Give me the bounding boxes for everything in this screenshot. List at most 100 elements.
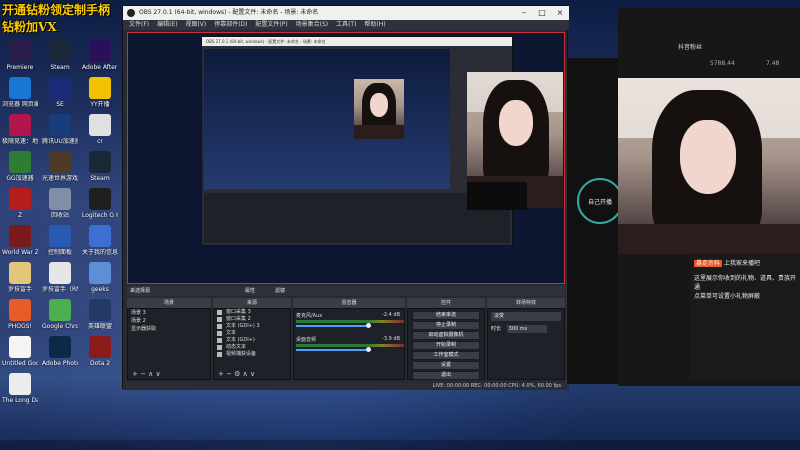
studio-mode-button[interactable]: 工作室模式 (412, 351, 480, 360)
scene-item[interactable]: 场景 3 (128, 309, 210, 317)
stop-streaming-button[interactable]: 结束串流 (412, 311, 480, 320)
desktop-icon[interactable]: 控制面板 (42, 225, 78, 256)
volume-slider-knob[interactable] (366, 347, 371, 352)
desktop-icon[interactable]: Premiere (2, 40, 38, 71)
menu-profile[interactable]: 配置文件(P) (255, 21, 287, 28)
properties-button[interactable]: 属性 (245, 286, 255, 296)
desktop-icon[interactable]: Google Chrome (42, 299, 78, 330)
desktop-icon[interactable]: Dota 2 (82, 336, 118, 367)
desktop-icon[interactable]: World War Z Aftermath (2, 225, 38, 256)
app-icon (89, 151, 111, 173)
maximize-button[interactable]: □ (533, 6, 551, 20)
sources-dock-title: 来源 (213, 298, 291, 308)
source-item[interactable]: 窗口采集 3 (214, 309, 290, 316)
scene-item[interactable]: 场景 2 (128, 317, 210, 325)
chat-line: 这里展示你收到的礼物、道具、贵族开通 (694, 275, 797, 291)
source-item[interactable]: 文本 (214, 330, 290, 337)
desktop-icon-label: Adobe After Effects 2020 (82, 64, 118, 71)
obs-preview-canvas[interactable]: OBS 27.0.1 (64-bit, windows) - 配置文件: 未命名… (127, 32, 565, 284)
obs-titlebar[interactable]: OBS 27.0.1 (64-bit, windows) - 配置文件: 未命名… (123, 6, 569, 20)
volume-slider[interactable] (296, 349, 368, 351)
filters-button[interactable]: 滤镜 (275, 286, 285, 296)
desktop-icon-label: Adobe Photosh... (42, 360, 78, 367)
desktop-icon[interactable]: Z (2, 188, 38, 219)
volume-slider-knob[interactable] (366, 323, 371, 328)
desktop-icon[interactable]: geeks (82, 262, 118, 293)
desktop-icon[interactable]: 腾讯UU加速器 (42, 114, 78, 145)
settings-button[interactable]: 设置 (412, 361, 480, 370)
source-item[interactable]: 视频捕获设备 (214, 351, 290, 358)
mixer-channel: 麦克风/Aux -2.4 dB (294, 312, 404, 332)
desktop-icon[interactable]: Logitech G HUB (82, 188, 118, 219)
app-icon (9, 40, 31, 62)
menu-help[interactable]: 帮助(H) (364, 21, 385, 28)
minimize-button[interactable]: – (515, 6, 533, 20)
desktop-icon[interactable]: Untitled Goos... (2, 336, 38, 367)
close-button[interactable]: × (551, 6, 569, 20)
desktop-icon[interactable]: SE (42, 77, 78, 108)
desktop-icon-label: SE (56, 101, 64, 108)
transitions-dock-title: 转场特效 (487, 298, 565, 308)
volume-slider[interactable] (296, 325, 368, 327)
desktop-icon-label: Dota 2 (89, 360, 111, 367)
duration-input[interactable]: 300 ms (506, 325, 547, 333)
app-icon (9, 77, 31, 99)
desktop-icon[interactable]: 罗技雷手（RME） (42, 262, 78, 293)
transition-select[interactable]: 淡变 (491, 312, 561, 321)
volume-meter (296, 344, 404, 347)
menu-file[interactable]: 文件(F) (129, 21, 149, 28)
chat-line: 暴走许科 上我家来播吧 (694, 259, 796, 268)
start-live-button[interactable]: 自己开播 (577, 178, 623, 224)
desktop-icon[interactable]: 极限竞速：地平线5 (2, 114, 38, 145)
chat-text: 上我家来播吧 (723, 260, 760, 267)
desktop-icon[interactable]: The Long Dark (2, 373, 38, 404)
controls-dock-title: 控件 (407, 298, 485, 308)
desktop-icon-label: 浏览器 网页编辑器 (2, 101, 38, 108)
desktop-icon[interactable]: 关于我的信息 (82, 225, 118, 256)
stop-recording-button[interactable]: 停止录制 (412, 321, 480, 330)
source-item[interactable]: 窗口采集 2 (214, 316, 290, 323)
menu-view[interactable]: 视图(V) (185, 21, 206, 28)
sources-toolbar: + − ⚙ ∧ ∨ (218, 370, 256, 378)
virtual-camera-button[interactable]: 启动虚拟摄像机 (412, 331, 480, 340)
app-icon (49, 114, 71, 136)
desktop-icon[interactable]: 罗技雷手 (2, 262, 38, 293)
banner-line-2: 钻粉加VX (2, 20, 57, 34)
audio-mixer: 麦克风/Aux -2.4 dB 桌面音频 -3.9 dB (293, 308, 405, 380)
desktop-icon-label: cr (97, 138, 103, 145)
desktop-icon-label: PHOGS! (8, 323, 32, 330)
desktop-icon[interactable]: Adobe After Effects 2020 (82, 40, 118, 71)
desktop-icon[interactable]: PHOGS! (2, 299, 38, 330)
menu-edit[interactable]: 编辑(E) (157, 21, 177, 28)
menu-tools[interactable]: 工具(T) (336, 21, 356, 28)
desktop-icon[interactable]: YY开播 (82, 77, 118, 108)
menu-docks[interactable]: 停靠部件(D) (214, 21, 247, 28)
scene-item[interactable]: 显示器获取 (128, 325, 210, 333)
stat-likes: 7.48 (766, 60, 780, 67)
desktop-icon[interactable]: 浏览器 网页编辑器 (2, 77, 38, 108)
desktop-icon[interactable]: 英雄联盟 (82, 299, 118, 330)
desktop-icon-label: 控制面板 (47, 249, 72, 256)
start-recording-button[interactable]: 开始录制 (412, 341, 480, 350)
exit-button[interactable]: 退出 (412, 371, 480, 380)
channel-name: 麦克风/Aux (296, 313, 323, 319)
source-item[interactable]: 动态文本 (214, 344, 290, 351)
desktop-icon[interactable]: 光速世界游戏平台 (42, 151, 78, 182)
source-item[interactable]: 文本 (GDI+) (214, 337, 290, 344)
desktop-icon[interactable]: Adobe Photosh... (42, 336, 78, 367)
menu-scene-collection[interactable]: 场景集合(S) (296, 21, 329, 28)
desktop-icon[interactable]: Steam (82, 151, 118, 182)
desktop-icon[interactable]: cr (82, 114, 118, 145)
desktop-icon[interactable]: 回收站 (42, 188, 78, 219)
app-icon (89, 40, 111, 62)
app-icon (49, 77, 71, 99)
transitions-panel: 淡变 时长 300 ms (487, 308, 565, 380)
source-item[interactable]: 文本 (GDI+) 3 (214, 323, 290, 330)
chat-user-badge: 暴走许科 (694, 260, 723, 267)
app-icon (9, 151, 31, 173)
desktop-icon[interactable]: GG加速器 (2, 151, 38, 182)
app-icon (89, 225, 111, 247)
desktop-icon[interactable]: Steam (42, 40, 78, 71)
scenes-list: 场景 3 场景 2 显示器获取 + − ∧ ∨ (127, 308, 211, 380)
scenes-dock-title: 场景 (127, 298, 211, 308)
